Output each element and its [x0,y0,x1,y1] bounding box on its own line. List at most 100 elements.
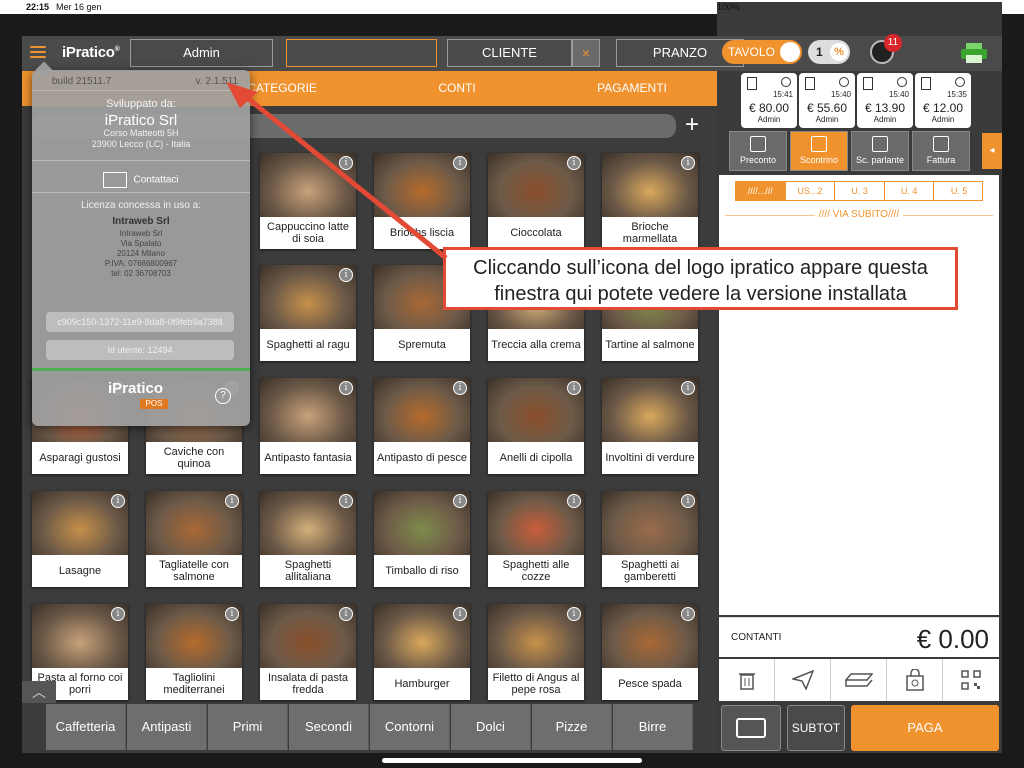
payment-summary: CONTANTI € 0.00 [719,617,999,657]
trash-icon[interactable] [719,659,775,701]
open-ticket[interactable]: 15:40 € 13.90 Admin [857,73,913,128]
sc-parlante-button[interactable]: Sc. parlante [851,131,909,171]
tavolo-toggle[interactable]: TAVOLO [722,40,802,64]
wallet-button[interactable] [721,705,781,751]
customer-field[interactable]: CLIENTE [447,39,572,67]
product-tile[interactable]: Timballo di riso i [374,491,470,587]
contact-button[interactable]: Contattaci [32,172,250,188]
info-icon[interactable]: i [339,156,353,170]
user-tab[interactable]: U. 5 [934,182,984,200]
status-bar: 22:15 Mer 16 gen 100% [0,0,1024,684]
product-tile[interactable]: Anelli di cipolla i [488,378,584,474]
info-icon[interactable]: i [681,381,695,395]
info-icon[interactable]: i [681,494,695,508]
category-button[interactable]: Antipasti [127,704,207,750]
tab-conti[interactable]: CONTI [387,81,527,95]
product-tile[interactable]: Antipasto di pesce i [374,378,470,474]
product-tile[interactable]: Tagliolini mediterranei i [146,604,242,700]
category-button[interactable]: Birre [613,704,693,750]
category-button[interactable]: Contorni [370,704,450,750]
qr-code-icon[interactable] [943,659,999,701]
info-icon[interactable]: i [339,268,353,282]
info-icon[interactable]: i [111,607,125,621]
open-ticket[interactable]: 15:40 € 55.60 Admin [799,73,855,128]
home-indicator[interactable] [382,758,642,763]
product-tile[interactable]: Cappuccino latte di soia i [260,153,356,249]
product-tile[interactable]: Spaghetti al ragu i [260,265,356,361]
percent-icon[interactable]: % [830,43,848,61]
product-name: Timballo di riso [385,565,459,577]
tab-pagamenti[interactable]: PAGAMENTI [562,81,702,95]
category-button[interactable]: Primi [208,704,288,750]
info-icon[interactable]: i [225,607,239,621]
info-icon[interactable]: i [111,494,125,508]
envelope-icon [103,172,128,188]
product-name: Anelli di cipolla [499,452,573,464]
printer-icon[interactable] [960,42,988,64]
info-icon[interactable]: i [453,381,467,395]
product-tile[interactable]: Cioccolata i [488,153,584,249]
product-tile[interactable]: Hamburger i [374,604,470,700]
product-tile[interactable]: Pesce spada i [602,604,698,700]
info-icon[interactable]: i [453,156,467,170]
preconto-button[interactable]: Preconto [729,131,787,171]
user-tab[interactable]: US...2 [786,182,836,200]
info-icon[interactable]: i [453,494,467,508]
fattura-button[interactable]: Fattura [912,131,970,171]
drawer-icon[interactable] [831,659,887,701]
user-tab[interactable]: U. 4 [885,182,935,200]
product-tile[interactable]: Tagliatelle con salmone i [146,491,242,587]
chevron-left-icon[interactable]: ◂ [982,133,1002,169]
info-icon[interactable]: i [339,381,353,395]
user-tab[interactable]: ////.../// [736,182,786,200]
product-tile[interactable]: Spaghetti allitaliana i [260,491,356,587]
hamburger-menu-icon[interactable] [30,46,46,58]
open-ticket[interactable]: 15:35 € 12.00 Admin [915,73,971,128]
product-tile[interactable]: Filetto di Angus al pepe rosa i [488,604,584,700]
product-tile[interactable]: Involtini di verdure i [602,378,698,474]
category-button[interactable]: Caffetteria [46,704,126,750]
add-icon[interactable]: + [685,111,699,139]
product-name: Antipasto fantasia [264,452,352,464]
covers-control[interactable]: 1 % [808,40,850,64]
pay-button[interactable]: PAGA [851,705,999,751]
receipt: ////...///US...2 U. 3 U. 4 U. 5 //// VIA SU… [719,175,999,615]
clock-icon [781,77,791,87]
user-tab[interactable]: U. 3 [835,182,885,200]
product-tile[interactable]: Brioche marmellata i [602,153,698,249]
help-icon[interactable]: ? [215,388,231,404]
info-icon[interactable]: i [225,494,239,508]
info-icon[interactable]: i [567,156,581,170]
info-icon[interactable]: i [339,607,353,621]
category-button[interactable]: Dolci [451,704,531,750]
clock-icon [955,77,965,87]
product-tile[interactable]: Spaghetti ai gamberetti i [602,491,698,587]
product-tile[interactable]: Insalata di pasta fredda i [260,604,356,700]
category-button[interactable]: Secondi [289,704,369,750]
document-icon [933,136,949,152]
category-button[interactable]: Pizze [532,704,612,750]
info-icon[interactable]: i [339,494,353,508]
info-icon[interactable]: i [453,607,467,621]
scontrino-button[interactable]: Scontrino [790,131,848,171]
chevron-up-icon[interactable]: ︿ [22,681,56,703]
popover-logo: iPratico [108,380,164,397]
clear-customer-button[interactable]: × [572,39,600,67]
info-icon[interactable]: i [681,156,695,170]
operator-field[interactable]: Admin [130,39,273,67]
ipratico-logo-button[interactable]: iPratico® [62,44,120,61]
product-tile[interactable]: Spaghetti alle cozze i [488,491,584,587]
info-icon[interactable]: i [567,607,581,621]
takeaway-bag-icon[interactable] [887,659,943,701]
info-icon[interactable]: i [567,494,581,508]
product-tile[interactable]: Antipasto fantasia i [260,378,356,474]
product-tile[interactable]: Briochs liscia i [374,153,470,249]
table-name-field[interactable] [286,39,437,67]
info-icon[interactable]: i [681,607,695,621]
product-name: Antipasto di pesce [377,452,467,464]
send-icon[interactable] [775,659,831,701]
subtotal-button[interactable]: SUBTOT [787,705,845,751]
info-icon[interactable]: i [567,381,581,395]
product-tile[interactable]: Lasagne i [32,491,128,587]
open-ticket[interactable]: 15:41 € 80.00 Admin [741,73,797,128]
